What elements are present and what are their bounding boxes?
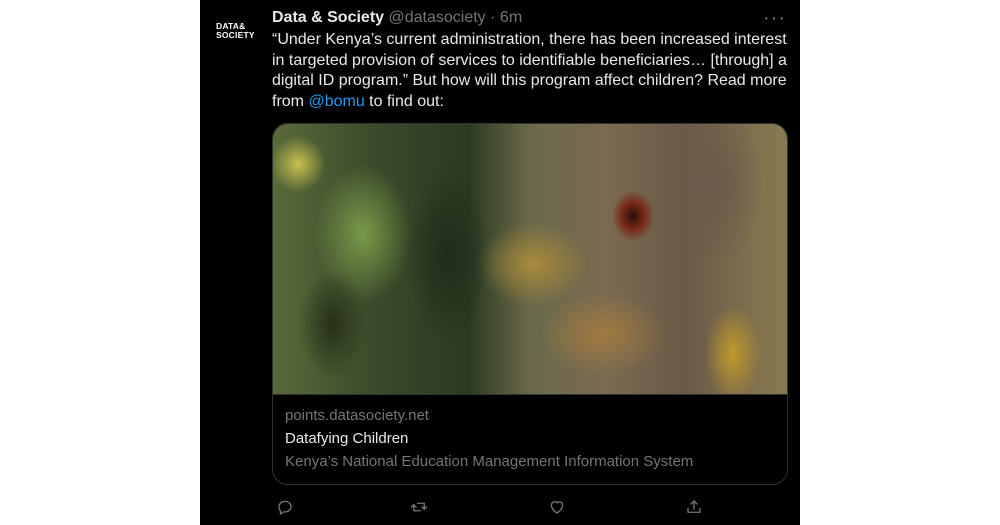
tweet[interactable]: DATA& SOCIETY Data & Society @datasociet…: [200, 0, 800, 525]
retweet-icon[interactable]: [408, 496, 430, 518]
tweet-text: “Under Kenya’s current administration, t…: [272, 30, 792, 112]
card-image[interactable]: [273, 124, 787, 394]
tweet-text-part2: to find out:: [364, 92, 444, 110]
avatar-text-line2: SOCIETY: [216, 30, 255, 40]
card-domain: points.datasociety.net: [285, 407, 429, 424]
heart-icon[interactable]: [546, 496, 568, 518]
tweet-header: Data & Society @datasociety · 6m: [272, 8, 784, 28]
avatar[interactable]: DATA& SOCIETY: [216, 22, 255, 40]
card-title: Datafying Children: [285, 430, 409, 447]
reply-icon[interactable]: [274, 496, 296, 518]
author-handle[interactable]: @datasociety: [389, 9, 486, 26]
mention-link[interactable]: @bomu: [308, 93, 364, 110]
author-name[interactable]: Data & Society: [272, 9, 384, 26]
card-description: Kenya’s National Education Management In…: [285, 453, 694, 470]
separator-dot: ·: [490, 9, 496, 26]
share-icon[interactable]: [683, 496, 705, 518]
more-options-icon[interactable]: ···: [763, 8, 786, 28]
tweet-timestamp[interactable]: 6m: [500, 9, 522, 26]
card-meta[interactable]: points.datasociety.net Datafying Childre…: [273, 394, 787, 484]
link-card[interactable]: points.datasociety.net Datafying Childre…: [272, 123, 788, 485]
action-bar: [272, 496, 792, 520]
